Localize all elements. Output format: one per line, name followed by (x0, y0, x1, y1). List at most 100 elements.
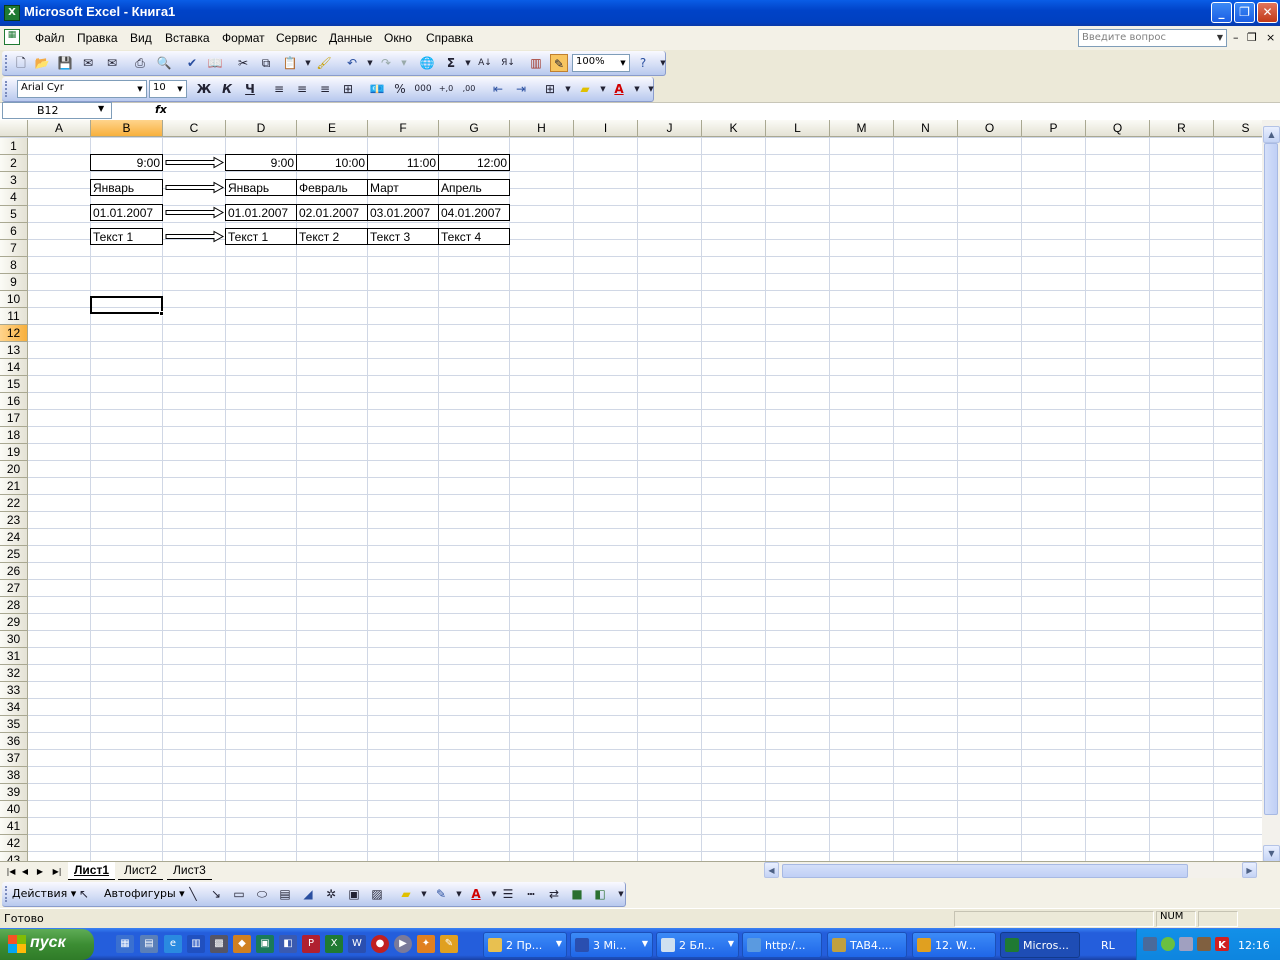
excel-app-icon[interactable]: X (4, 5, 20, 21)
row-header-23[interactable]: 23 (0, 512, 28, 529)
rectangle-icon[interactable]: ▭ (230, 885, 248, 903)
fill-handle[interactable] (159, 311, 164, 316)
autosum-icon[interactable]: Σ (442, 54, 460, 72)
row-header-41[interactable]: 41 (0, 818, 28, 835)
cell-e8[interactable]: Текст 2 (296, 228, 368, 245)
quicklaunch-icon[interactable]: ◆ (233, 935, 251, 953)
zoom-dropdown-icon[interactable]: ▼ (617, 55, 629, 71)
align-left-icon[interactable]: ≡ (270, 80, 288, 98)
column-header-g[interactable]: G (439, 120, 510, 137)
scroll-left-icon[interactable]: ◀ (764, 862, 779, 878)
tray-icon[interactable] (1179, 937, 1193, 951)
row-header-31[interactable]: 31 (0, 648, 28, 665)
line-color-icon[interactable]: ✎ (432, 885, 450, 903)
select-all-corner[interactable] (0, 120, 28, 137)
minimize-button[interactable]: _ (1211, 2, 1232, 23)
word-quicklaunch-icon[interactable]: W (348, 935, 366, 953)
3d-style-icon[interactable]: ◧ (591, 885, 609, 903)
quicklaunch-icon[interactable]: ▩ (210, 935, 228, 953)
row-header-37[interactable]: 37 (0, 750, 28, 767)
taskbar-item[interactable]: 3 Mi... ▼ (570, 932, 653, 958)
block-arrow-shape[interactable] (165, 154, 225, 171)
column-header-q[interactable]: Q (1086, 120, 1150, 137)
chart-wizard-icon[interactable]: ▥ (527, 54, 545, 72)
taskbar-item[interactable]: 12. W... (912, 932, 996, 958)
sheet-tab-2[interactable]: Лист2 (118, 862, 163, 880)
line-style-icon[interactable]: ☰ (499, 885, 517, 903)
cut-icon[interactable]: ✂ (234, 54, 252, 72)
column-header-e[interactable]: E (297, 120, 368, 137)
row-header-42[interactable]: 42 (0, 835, 28, 852)
spreadsheet-grid[interactable]: A B C D E F G H I J K L M N O P Q R S 1 2 3 4 5 6 7 8 9 10 11 12 13 14 15… (0, 120, 1262, 861)
row-header-40[interactable]: 40 (0, 801, 28, 818)
row-header-39[interactable]: 39 (0, 784, 28, 801)
column-header-d[interactable]: D (226, 120, 297, 137)
cell-f4[interactable]: Март (367, 179, 439, 196)
cell-b4[interactable]: Январь (90, 179, 163, 196)
next-sheet-icon[interactable]: ▶ (33, 864, 47, 879)
active-cell-b12[interactable] (90, 296, 163, 314)
diagram-icon[interactable]: ✲ (322, 885, 340, 903)
toolbar-options-icon[interactable]: ▼ (612, 885, 630, 903)
quicklaunch-icon[interactable]: ▥ (187, 935, 205, 953)
cell-d4[interactable]: Январь (225, 179, 297, 196)
quicklaunch-icon[interactable]: ✎ (440, 935, 458, 953)
tray-network-icon[interactable] (1143, 937, 1157, 951)
redo-icon[interactable]: ↷ (377, 54, 395, 72)
doc-close-icon[interactable]: × (1266, 31, 1275, 44)
cell-f2[interactable]: 11:00 (367, 154, 439, 171)
row-header-27[interactable]: 27 (0, 580, 28, 597)
hyperlink-icon[interactable]: 🌐 (418, 54, 436, 72)
arrow-style-icon[interactable]: ⇄ (545, 885, 563, 903)
column-header-c[interactable]: C (163, 120, 226, 137)
row-header-19[interactable]: 19 (0, 444, 28, 461)
print-preview-icon[interactable]: 🔍 (155, 54, 173, 72)
menu-edit[interactable]: Правка (77, 31, 118, 45)
row-header-18[interactable]: 18 (0, 427, 28, 444)
cell-b2[interactable]: 9:00 (90, 154, 163, 171)
column-header-l[interactable]: L (766, 120, 830, 137)
merge-center-icon[interactable]: ⊞ (339, 80, 357, 98)
vertical-scroll-thumb[interactable] (1264, 143, 1278, 815)
formula-bar[interactable] (0, 102, 1280, 120)
row-header-24[interactable]: 24 (0, 529, 28, 546)
row-header-28[interactable]: 28 (0, 597, 28, 614)
font-select[interactable]: Arial Cyr (17, 80, 147, 98)
quicklaunch-icon[interactable]: ◧ (279, 935, 297, 953)
cell-b6[interactable]: 01.01.2007 (90, 204, 163, 221)
email-icon[interactable]: ✉ (103, 54, 121, 72)
new-icon[interactable]: 🗋 (12, 54, 30, 72)
fill-color-icon[interactable]: ▰ (576, 80, 594, 98)
row-header-10[interactable]: 10 (0, 291, 28, 308)
column-header-p[interactable]: P (1022, 120, 1086, 137)
column-header-a[interactable]: A (28, 120, 91, 137)
row-header-4[interactable]: 4 (0, 189, 28, 206)
row-header-11[interactable]: 11 (0, 308, 28, 325)
decrease-decimal-icon[interactable]: ,00 (460, 80, 478, 98)
arrow-icon[interactable]: ↘ (207, 885, 225, 903)
internet-explorer-icon[interactable]: e (164, 935, 182, 953)
quicklaunch-icon[interactable]: ▶ (394, 935, 412, 953)
line-icon[interactable]: ╲ (184, 885, 202, 903)
row-header-8[interactable]: 8 (0, 257, 28, 274)
select-objects-icon[interactable]: ↖ (75, 885, 93, 903)
percent-button[interactable]: % (391, 80, 409, 98)
menu-file[interactable]: Файл (35, 31, 65, 45)
comma-style-button[interactable]: 000 (414, 80, 432, 98)
tray-antivirus-icon[interactable]: K (1215, 937, 1229, 951)
taskbar-item[interactable]: 2 Пр... ▼ (483, 932, 567, 958)
first-sheet-icon[interactable]: |◀ (4, 864, 18, 879)
sheet-tab-1[interactable]: Лист1 (68, 862, 116, 880)
row-header-5[interactable]: 5 (0, 206, 28, 223)
scroll-right-icon[interactable]: ▶ (1242, 862, 1257, 878)
paste-icon[interactable]: 📋 (281, 54, 299, 72)
sort-ascending-icon[interactable]: A↓ (476, 54, 494, 72)
toolbar-grip[interactable] (5, 81, 8, 97)
language-indicator[interactable]: RL (1101, 939, 1115, 952)
row-header-9[interactable]: 9 (0, 274, 28, 291)
cell-e2[interactable]: 10:00 (296, 154, 368, 171)
redo-dropdown-icon[interactable]: ▼ (395, 54, 413, 72)
column-header-h[interactable]: H (510, 120, 574, 137)
row-header-32[interactable]: 32 (0, 665, 28, 682)
row-header-22[interactable]: 22 (0, 495, 28, 512)
